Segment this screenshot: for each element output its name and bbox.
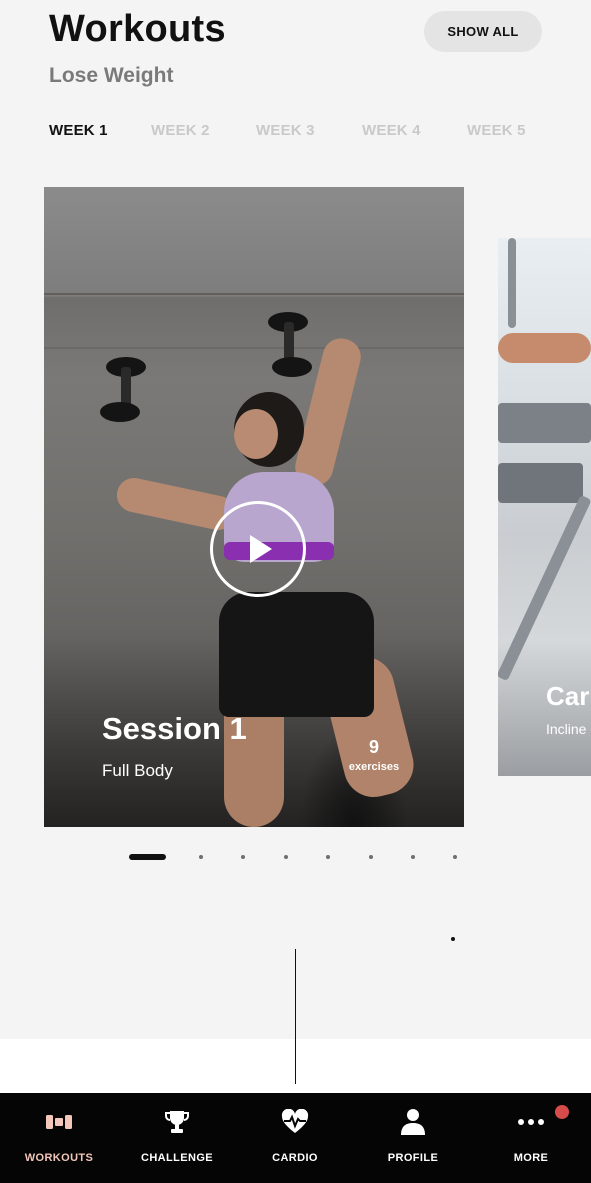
nav-label-cardio: CARDIO [272, 1152, 318, 1164]
tab-week-1[interactable]: WEEK 1 [49, 122, 108, 139]
play-icon [250, 535, 272, 563]
session-card[interactable]: Session 1 Full Body 9 exercises [44, 187, 464, 827]
session-title: Session 1 [102, 711, 247, 746]
tab-week-4[interactable]: WEEK 4 [362, 122, 421, 139]
heartbeat-icon [236, 1107, 354, 1137]
exercise-count-label: exercises [348, 761, 400, 773]
session-subtitle: Full Body [102, 761, 173, 780]
notification-badge [555, 1105, 569, 1119]
page-title: Workouts [49, 8, 226, 50]
nav-label-profile: PROFILE [387, 1152, 439, 1164]
bottom-nav: WORKOUTS CHALLENGE CARDIO PROFILE MORE [0, 1093, 591, 1183]
header: Workouts Lose Weight SHOW ALL [0, 0, 591, 110]
pager-dot[interactable] [369, 855, 373, 859]
nav-label-workouts: WORKOUTS [24, 1152, 94, 1164]
pager-dot[interactable] [199, 855, 203, 859]
trophy-icon [118, 1107, 236, 1137]
cardio-card-title: Car [546, 681, 590, 711]
cardio-card[interactable]: Car Incline [498, 238, 591, 776]
divider-line [295, 949, 296, 1084]
pager-dot[interactable] [453, 855, 457, 859]
more-dots-icon [472, 1107, 590, 1137]
carousel-pager [0, 851, 591, 863]
pager-dot[interactable] [284, 855, 288, 859]
decorative-dot [451, 937, 455, 941]
exercise-count: 9 [368, 737, 379, 757]
pager-dot[interactable] [411, 855, 415, 859]
dumbbell-icon [0, 1107, 118, 1137]
week-tabs: WEEK 1 WEEK 2 WEEK 3 WEEK 4 WEEK 5 [0, 122, 591, 144]
nav-label-more: MORE [513, 1152, 549, 1164]
nav-more[interactable]: MORE [472, 1093, 590, 1183]
nav-label-challenge: CHALLENGE [140, 1152, 214, 1164]
show-all-button[interactable]: SHOW ALL [424, 11, 542, 52]
nav-challenge[interactable]: CHALLENGE [118, 1093, 236, 1183]
nav-workouts[interactable]: WORKOUTS [0, 1093, 118, 1183]
play-button[interactable] [210, 501, 306, 597]
nav-profile[interactable]: PROFILE [354, 1093, 472, 1183]
pager-dot[interactable] [241, 855, 245, 859]
cardio-card-subtitle: Incline [546, 721, 587, 737]
tab-week-2[interactable]: WEEK 2 [151, 122, 210, 139]
person-icon [354, 1107, 472, 1137]
pager-dot[interactable] [326, 855, 330, 859]
tab-week-3[interactable]: WEEK 3 [256, 122, 315, 139]
nav-cardio[interactable]: CARDIO [236, 1093, 354, 1183]
pager-dot-active[interactable] [129, 854, 166, 860]
tab-week-5[interactable]: WEEK 5 [467, 122, 526, 139]
page-subtitle: Lose Weight [49, 64, 174, 87]
